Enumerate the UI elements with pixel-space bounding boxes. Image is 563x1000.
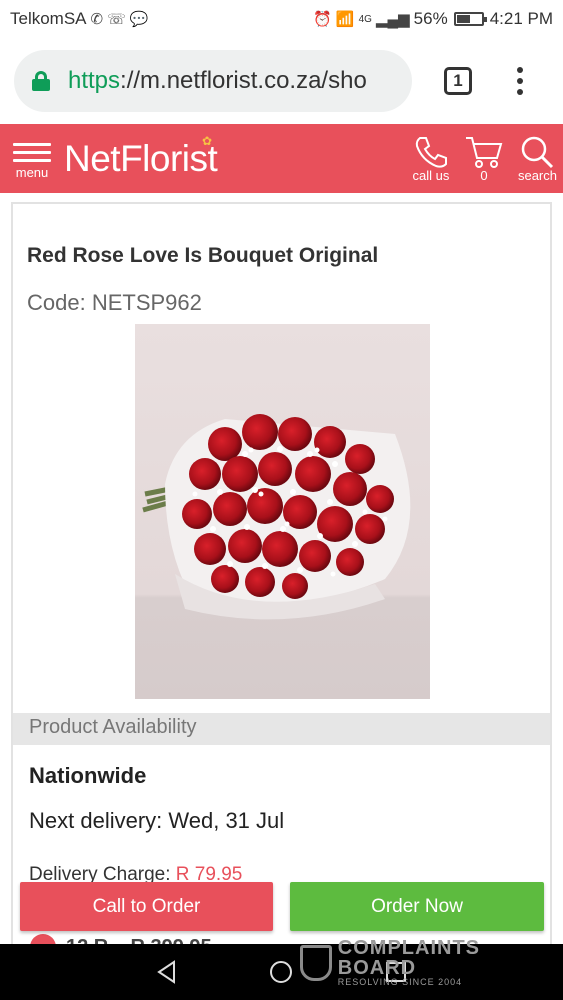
- product-title: Red Rose Love Is Bouquet Original: [27, 244, 379, 267]
- url-text: https://m.netflorist.co.za/sho: [68, 67, 367, 94]
- call-us-button[interactable]: call us: [412, 134, 450, 183]
- availability-value: Nationwide: [29, 763, 147, 788]
- cart-button[interactable]: 0: [464, 134, 504, 183]
- network-type: 4G: [358, 13, 372, 25]
- home-icon[interactable]: [268, 959, 294, 985]
- complaints-board-watermark: COMPLAINTS BOARD RESOLVING SINCE 2004: [300, 938, 563, 987]
- site-header: menu NetFlorist ✿ call us 0 search: [0, 124, 563, 193]
- menu-button[interactable]: menu: [2, 138, 62, 180]
- cart-icon: [465, 137, 503, 168]
- search-button[interactable]: search: [518, 134, 557, 183]
- phone-icon: [415, 137, 447, 168]
- carrier-name: TelkomSA: [10, 9, 87, 28]
- whatsapp-icon: ✆: [90, 11, 104, 28]
- search-icon: [522, 136, 554, 169]
- shield-logo-icon: [300, 944, 332, 981]
- order-now-button[interactable]: Order Now: [290, 882, 544, 931]
- hamburger-icon: [13, 138, 51, 167]
- message-icon: 💬: [129, 11, 149, 28]
- clock: 4:21 PM: [489, 9, 553, 28]
- status-bar: TelkomSA ✆ ☏ 💬 ⏰ 📶 4G ▂▄▆ 56% 4:21 PM: [0, 0, 563, 38]
- availability-heading: Product Availability: [13, 713, 550, 745]
- overflow-menu-icon[interactable]: [516, 67, 524, 95]
- tab-switcher-button[interactable]: 1: [444, 67, 472, 95]
- browser-toolbar: https://m.netflorist.co.za/sho 1: [0, 38, 563, 124]
- next-delivery: Next delivery: Wed, 31 Jul: [29, 808, 285, 833]
- call-to-order-button[interactable]: Call to Order: [20, 882, 273, 931]
- address-bar[interactable]: https://m.netflorist.co.za/sho: [14, 50, 412, 112]
- wifi-icon: 📶: [335, 11, 355, 28]
- cart-count: 0: [480, 168, 488, 183]
- product-code: Code: NETSP962: [27, 290, 202, 315]
- signal-icon: ▂▄▆: [375, 11, 410, 28]
- back-icon[interactable]: [154, 959, 180, 985]
- product-card: Red Rose Love Is Bouquet Original Code: …: [11, 202, 552, 962]
- call-us-label: call us: [412, 168, 450, 183]
- menu-label: menu: [15, 164, 49, 180]
- battery-percent: 56%: [413, 9, 448, 28]
- alarm-icon: ⏰: [313, 11, 332, 28]
- search-label: search: [517, 168, 557, 183]
- logo-star-icon: ✿: [202, 133, 212, 148]
- watermark-tagline: RESOLVING SINCE 2004: [337, 977, 463, 987]
- product-image[interactable]: [135, 324, 430, 699]
- battery-icon: [453, 12, 487, 26]
- watermark-name: COMPLAINTS BOARD: [337, 937, 480, 979]
- phone-icon: ☏: [107, 11, 126, 28]
- netflorist-logo[interactable]: NetFlorist ✿: [64, 134, 218, 180]
- lock-icon: [32, 71, 50, 91]
